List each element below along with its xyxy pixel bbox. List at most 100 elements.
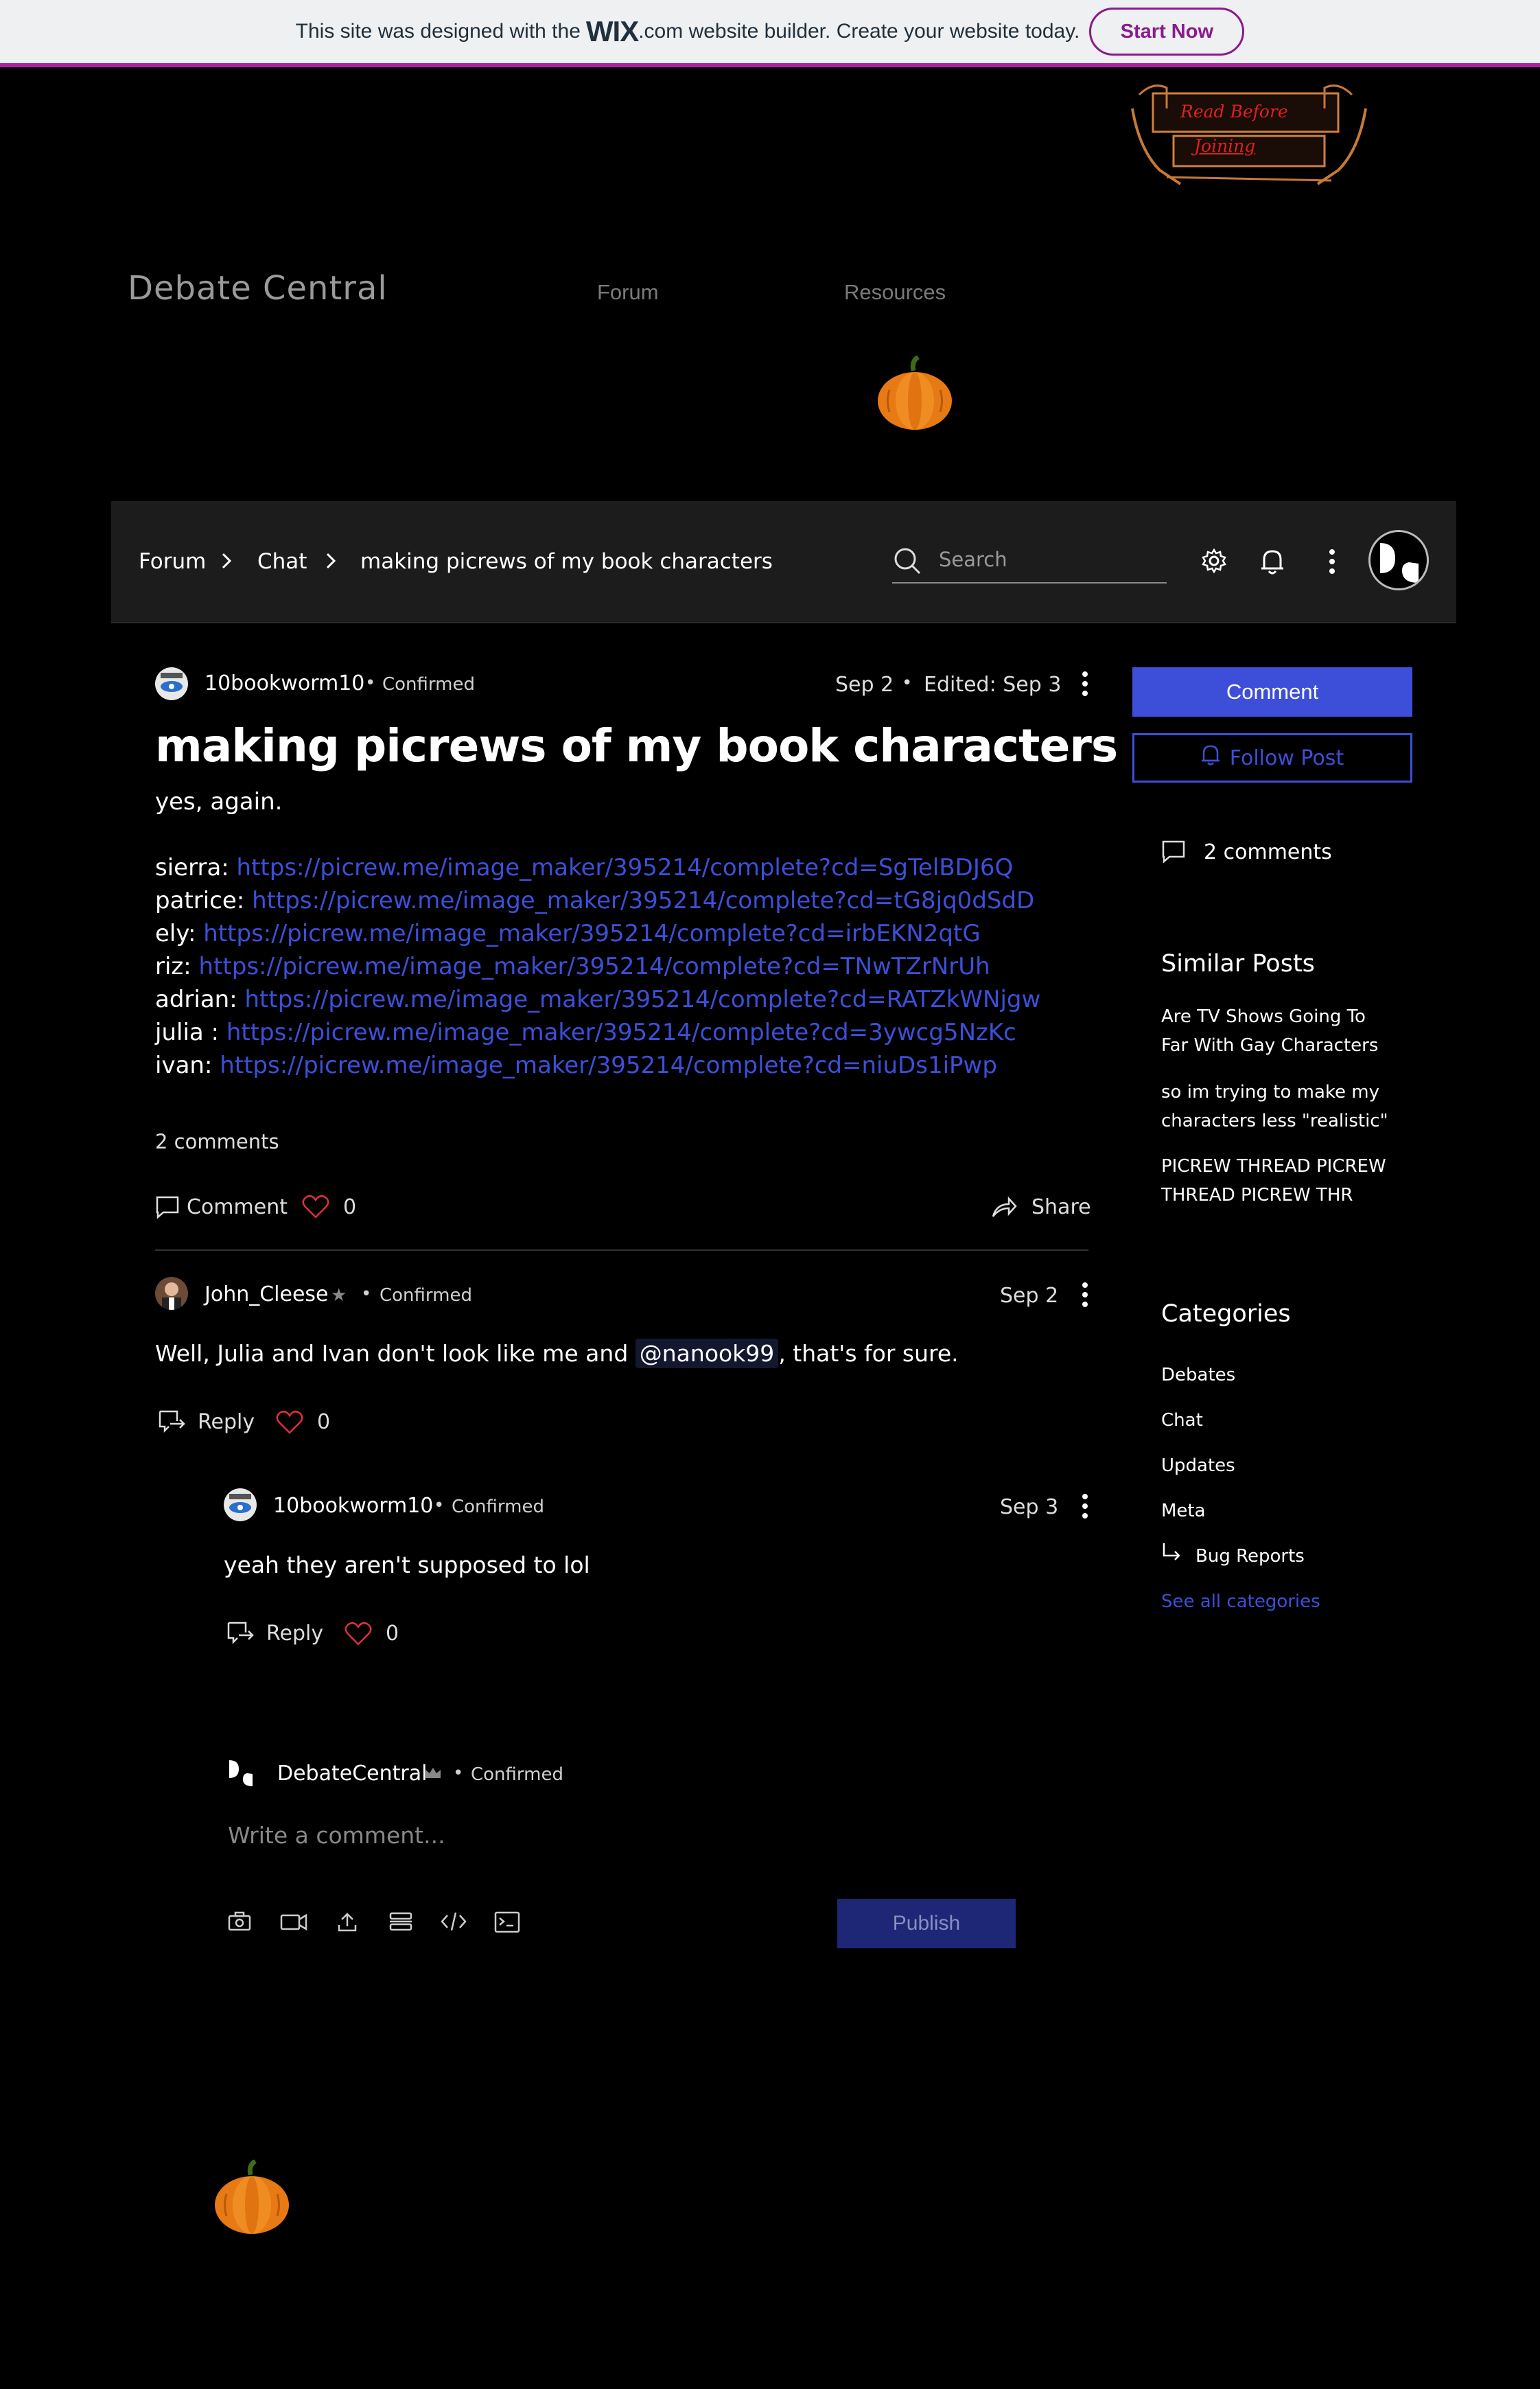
upload-icon[interactable]	[336, 1911, 358, 1936]
divider-icon[interactable]	[388, 1911, 413, 1935]
comment-likes: 0	[317, 1410, 331, 1434]
link-row: ely: https://picrew.me/image_maker/39521…	[155, 917, 1040, 950]
category-updates[interactable]: Updates	[1161, 1451, 1408, 1480]
comment-author-name[interactable]: John_Cleese	[205, 1282, 329, 1306]
share-icon[interactable]	[991, 1194, 1017, 1222]
category-debates[interactable]: Debates	[1161, 1361, 1408, 1389]
more-icon[interactable]	[1082, 670, 1088, 700]
pumpkin-icon	[213, 2158, 291, 2238]
similar-post-line: PICREW THREAD PICREW	[1161, 1156, 1386, 1177]
heart-icon[interactable]	[276, 1410, 303, 1438]
link-row: sierra: https://picrew.me/image_maker/39…	[155, 851, 1040, 884]
video-icon[interactable]	[280, 1911, 307, 1935]
share-action[interactable]: Share	[1031, 1195, 1091, 1219]
nav-forum[interactable]: Forum	[597, 280, 659, 305]
subcategory-arrow-icon	[1161, 1542, 1182, 1565]
post-intro: yes, again.	[155, 788, 283, 816]
crown-icon	[424, 1766, 442, 1782]
chevron-right-icon	[324, 551, 338, 574]
camera-icon[interactable]	[228, 1911, 251, 1935]
publish-button[interactable]: Publish	[837, 1899, 1016, 1948]
embed-icon[interactable]	[494, 1911, 520, 1936]
nav-resources[interactable]: Resources	[844, 280, 946, 305]
read-before-joining-sign[interactable]: Read Before Joining	[1125, 67, 1373, 192]
link-row: patrice: https://picrew.me/image_maker/3…	[155, 884, 1040, 917]
banner-text-after: .com website builder. Create your websit…	[638, 20, 1080, 43]
heart-icon[interactable]	[302, 1194, 329, 1222]
comment-text: Well, Julia and Ivan don't look like me …	[155, 1339, 959, 1368]
sidebar-comment-count: 2 comments	[1204, 840, 1332, 864]
post-comment-count[interactable]: 2 comments	[155, 1130, 279, 1153]
user-avatar[interactable]	[1368, 530, 1429, 590]
breadcrumb-chat[interactable]: Chat	[257, 549, 307, 574]
picrew-link[interactable]: https://picrew.me/image_maker/395214/com…	[226, 1019, 1016, 1046]
picrew-link[interactable]: https://picrew.me/image_maker/395214/com…	[252, 887, 1034, 914]
more-icon[interactable]	[1329, 548, 1335, 578]
picrew-link[interactable]: https://picrew.me/image_maker/395214/com…	[245, 986, 1041, 1013]
wix-banner: This site was designed with the WIX .com…	[0, 0, 1540, 67]
similar-post-item[interactable]: so im trying to make my characters less …	[1161, 1078, 1408, 1135]
user-mention[interactable]: @nanook99	[635, 1339, 779, 1368]
comment-text-after: , that's for sure.	[778, 1340, 959, 1367]
search-underline	[892, 582, 1167, 584]
similar-post-line: Far With Gay Characters	[1161, 1035, 1379, 1056]
post-author-name[interactable]: 10bookworm10	[205, 671, 364, 695]
pumpkin-icon	[876, 354, 954, 434]
gear-icon[interactable]	[1201, 548, 1227, 577]
comment-text-before: Well, Julia and Ivan don't look like me …	[155, 1340, 629, 1367]
reply-icon[interactable]	[226, 1620, 255, 1648]
character-name: adrian:	[155, 986, 237, 1013]
post-author-avatar[interactable]	[155, 667, 188, 700]
code-icon[interactable]	[441, 1911, 467, 1935]
separator-dot: •	[361, 1284, 372, 1304]
post-links: sierra: https://picrew.me/image_maker/39…	[155, 851, 1040, 1082]
star-icon: ★	[331, 1285, 347, 1306]
picrew-link[interactable]: https://picrew.me/image_maker/395214/com…	[220, 1052, 997, 1079]
picrew-link[interactable]: https://picrew.me/image_maker/395214/com…	[237, 854, 1014, 881]
search-icon[interactable]	[892, 546, 922, 579]
character-name: ely:	[155, 920, 196, 947]
separator-dot: •	[453, 1763, 464, 1784]
link-row: riz: https://picrew.me/image_maker/39521…	[155, 950, 1040, 983]
more-icon[interactable]	[1082, 1492, 1088, 1523]
character-name: sierra:	[155, 854, 229, 881]
reply-action[interactable]: Reply	[266, 1621, 323, 1646]
character-name: ivan:	[155, 1052, 213, 1079]
start-now-button[interactable]: Start Now	[1089, 8, 1245, 56]
sign-text-2: Joining	[1194, 136, 1256, 156]
link-row: adrian: https://picrew.me/image_maker/39…	[155, 983, 1040, 1016]
heart-icon[interactable]	[345, 1621, 372, 1649]
see-all-categories-link[interactable]: See all categories	[1161, 1587, 1408, 1616]
breadcrumb-forum[interactable]: Forum	[139, 549, 206, 574]
post-divider	[155, 1249, 1088, 1251]
comment-button[interactable]: Comment	[1132, 667, 1412, 717]
reply-likes: 0	[386, 1621, 399, 1646]
site-title[interactable]: Debate Central	[128, 269, 388, 308]
category-chat[interactable]: Chat	[1161, 1406, 1408, 1435]
similar-post-item[interactable]: Are TV Shows Going To Far With Gay Chara…	[1161, 1002, 1408, 1060]
picrew-link[interactable]: https://picrew.me/image_maker/395214/com…	[199, 953, 990, 980]
comment-author-avatar[interactable]	[155, 1277, 188, 1310]
reply-action[interactable]: Reply	[198, 1410, 255, 1434]
comment-icon[interactable]	[155, 1194, 180, 1222]
character-name: julia :	[155, 1019, 219, 1046]
comment-date: Sep 2	[1000, 1284, 1059, 1308]
reply-icon[interactable]	[158, 1409, 187, 1436]
category-bug-reports[interactable]: Bug Reports	[1195, 1542, 1401, 1571]
similar-post-item[interactable]: PICREW THREAD PICREW THREAD PICREW THR	[1161, 1152, 1408, 1210]
separator-dot: •	[902, 673, 913, 693]
picrew-link[interactable]: https://picrew.me/image_maker/395214/com…	[203, 920, 980, 947]
follow-post-button[interactable]: Follow Post	[1132, 733, 1412, 783]
comment-input[interactable]: Write a comment...	[228, 1822, 1017, 1849]
reply-author-name[interactable]: 10bookworm10	[273, 1494, 433, 1518]
reply-author-avatar[interactable]	[224, 1488, 257, 1521]
post-comment-action[interactable]: Comment	[187, 1195, 288, 1219]
composer-avatar	[226, 1757, 258, 1789]
category-meta[interactable]: Meta	[1161, 1497, 1408, 1525]
search-input[interactable]: Search	[939, 548, 1158, 571]
bell-icon[interactable]	[1260, 548, 1285, 578]
composer-badge: Confirmed	[471, 1764, 563, 1785]
breadcrumb-current: making picrews of my book characters	[360, 549, 773, 574]
more-icon[interactable]	[1082, 1281, 1088, 1311]
similar-post-line: characters less "realistic"	[1161, 1111, 1388, 1131]
